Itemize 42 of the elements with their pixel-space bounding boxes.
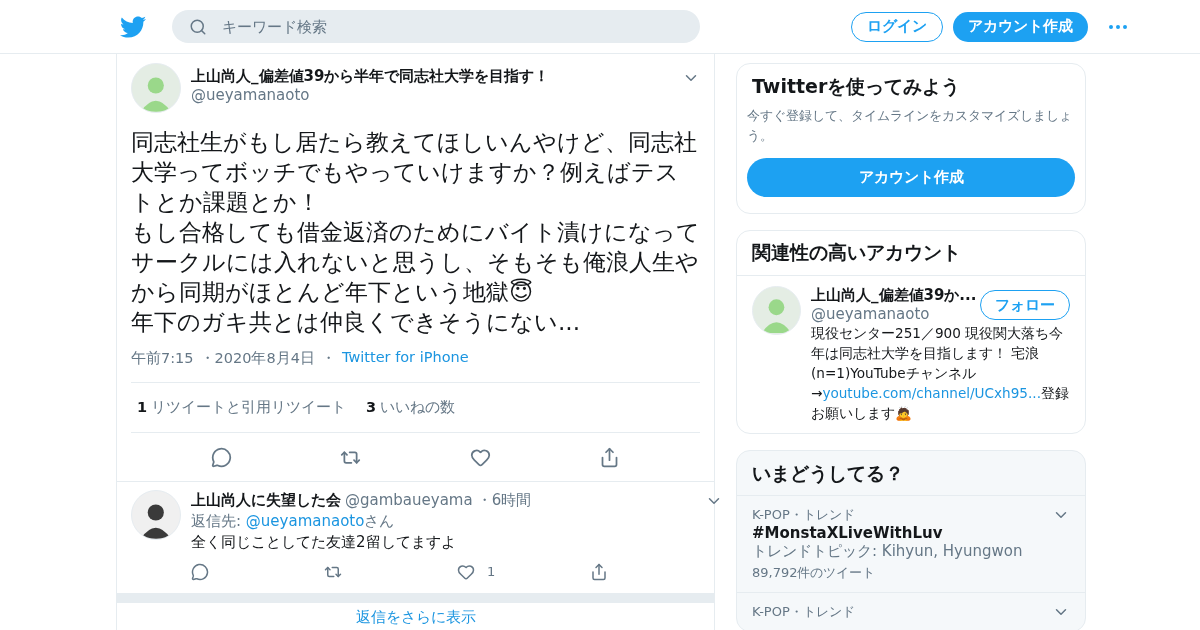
signup-button[interactable]: アカウント作成 (747, 158, 1075, 197)
tweet-time: 午前7:15 (131, 349, 194, 368)
trend-category: K-POP・トレンド (752, 506, 855, 524)
share-icon[interactable] (590, 562, 608, 581)
tweet-date: ・2020年8月4日 (199, 349, 315, 368)
avatar[interactable] (131, 490, 181, 540)
stat-link[interactable]: 1 リツイートと引用リツイート (137, 398, 347, 417)
account-name[interactable]: 上山尚人_偏差値39か... (811, 286, 974, 305)
search-icon (189, 18, 207, 36)
tweet-text: もし合格しても借金返済のためにバイト漬けになってサークルには入れないと思うし、そもそも俺浪人生やから同期がほとんど年下という地獄😇 (131, 217, 700, 307)
signup-button[interactable]: アカウント作成 (953, 11, 1088, 42)
account-handle: @ueyamanaoto (811, 305, 931, 323)
card-text: 今すぐ登録して、タイムラインをカスタマイズしましょう。 (746, 107, 1073, 145)
user-handle: @ueyamanaoto (191, 86, 311, 104)
trend-category: K-POP・トレンド (752, 603, 855, 621)
reply-icon[interactable] (191, 562, 209, 581)
tweet-text: 同志社生がもし居たら教えてほしいんやけど、同志社大学ってボッチでもやっていけますか？例えばテストとか課題とか！ (131, 127, 698, 217)
mention-link[interactable]: @ueyamanaoto (245, 512, 365, 530)
search-field[interactable]: キーワード検索 (172, 10, 700, 43)
card-title: いまどうしてる？ (751, 461, 905, 486)
reply-user-name[interactable]: 上山尚人に失望した会 (191, 490, 341, 511)
reply-age: ・6時間 (476, 490, 532, 511)
trend-topic: トレンドトピック: Kihyun, Hyungwon (752, 542, 1023, 561)
follow-button[interactable]: フォロー (980, 290, 1070, 320)
login-button[interactable]: ログイン (851, 11, 943, 42)
tweet-source-link[interactable]: Twitter for iPhone (341, 349, 469, 368)
separator-text: ・ (320, 349, 336, 368)
channel-link[interactable]: youtube.com/channel/UCxh95... (822, 385, 1041, 401)
trend-name[interactable]: #MonstaXLiveWithLuv (752, 524, 943, 542)
account-bio: 現役センター251／900 現役関大落ち今年は同志社大学を目指します！ 宅浪(n=1)YouTubeチャンネル→youtube.com/channel/UCxh95...登録お願いします🙇 (811, 324, 1070, 423)
tweet-text: 年下のガキ共とは仲良くできそうにない... (131, 307, 582, 337)
like-count: 1 (487, 563, 496, 581)
user-name[interactable]: 上山尚人_偏差値39から半年で同志社大学を目指す！ (191, 67, 672, 86)
reply-text: 全く同じことしてた友達2留してますよ (191, 532, 457, 553)
reply-to-text: 返信先: @ueyamanaotoさん (191, 511, 396, 532)
card-title: Twitterを使ってみよう (751, 74, 962, 99)
trend-count: 89,792件のツイート (752, 564, 876, 582)
stat-link[interactable]: 3 いいねの数 (366, 398, 456, 417)
reply-handle: @gambaueyama (345, 490, 473, 511)
like-icon[interactable] (457, 562, 475, 581)
card-title: 関連性の高いアカウント (751, 240, 962, 265)
reply-icon[interactable] (211, 446, 233, 468)
